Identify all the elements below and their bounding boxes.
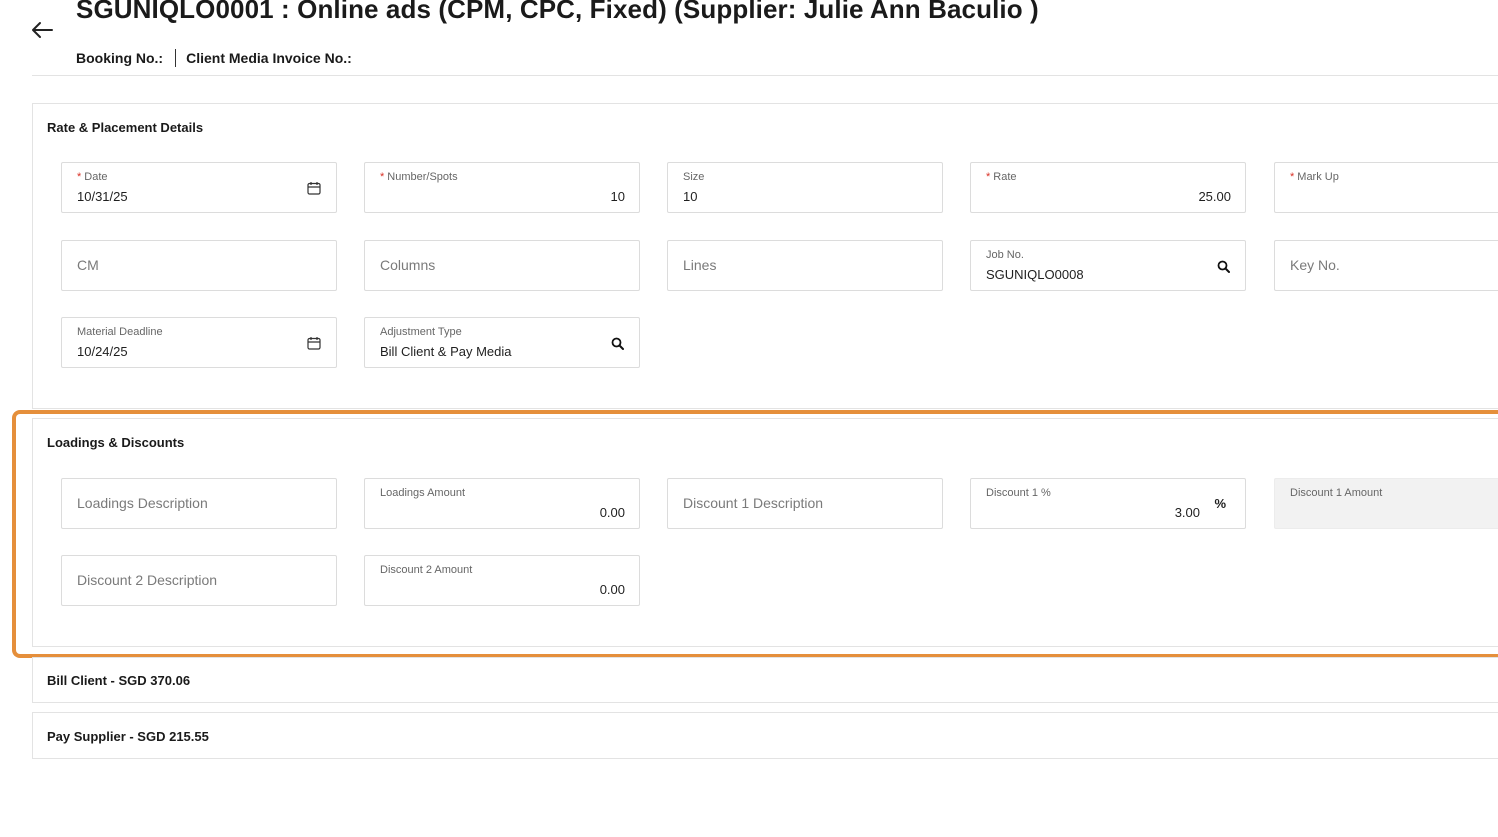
key-no-field[interactable]: Key No. bbox=[1274, 240, 1498, 291]
meta-divider bbox=[175, 49, 177, 67]
date-value: 10/31/25 bbox=[77, 189, 128, 204]
adjustment-type-field[interactable]: Adjustment Type Bill Client & Pay Media bbox=[364, 317, 640, 368]
markup-field[interactable]: * Mark Up bbox=[1274, 162, 1498, 213]
calendar-icon[interactable] bbox=[306, 335, 322, 351]
search-icon[interactable] bbox=[609, 335, 625, 351]
page-title: SGUNIQLO0001 : Online ads (CPM, CPC, Fix… bbox=[76, 0, 1039, 24]
loadings-description-field[interactable]: Loadings Description bbox=[61, 478, 337, 529]
pay-supplier-section[interactable]: Pay Supplier - SGD 215.55 bbox=[32, 712, 1498, 759]
search-icon[interactable] bbox=[1215, 258, 1231, 274]
date-field[interactable]: * Date 10/31/25 bbox=[61, 162, 337, 213]
back-button[interactable] bbox=[28, 16, 56, 44]
loadings-amount-value: 0.00 bbox=[599, 505, 625, 520]
key-no-placeholder: Key No. bbox=[1290, 257, 1340, 273]
discount1-percent-label: Discount 1 % bbox=[986, 487, 1051, 499]
rate-placement-title: Rate & Placement Details bbox=[47, 120, 204, 135]
loadings-discounts-section: Loadings & Discounts Loadings Descriptio… bbox=[32, 418, 1498, 647]
percent-suffix: % bbox=[1214, 496, 1226, 511]
discount2-description-field[interactable]: Discount 2 Description bbox=[61, 555, 337, 606]
discount1-amount-label: Discount 1 Amount bbox=[1290, 487, 1383, 499]
date-label: Date bbox=[84, 171, 108, 183]
number-spots-label: Number/Spots bbox=[387, 171, 458, 183]
columns-placeholder: Columns bbox=[380, 257, 436, 273]
cm-field[interactable]: CM bbox=[61, 240, 337, 291]
rate-placement-section: Rate & Placement Details * Date 10/31/25 … bbox=[32, 103, 1498, 409]
job-no-label: Job No. bbox=[986, 249, 1024, 261]
rate-value: 25.00 bbox=[1198, 189, 1231, 204]
discount2-description-placeholder: Discount 2 Description bbox=[77, 572, 218, 588]
material-deadline-field[interactable]: Material Deadline 10/24/25 bbox=[61, 317, 337, 368]
number-spots-value: 10 bbox=[610, 189, 625, 204]
loadings-amount-label: Loadings Amount bbox=[380, 487, 466, 499]
rate-label: Rate bbox=[993, 171, 1017, 183]
number-spots-field[interactable]: * Number/Spots 10 bbox=[364, 162, 640, 213]
size-field[interactable]: Size 10 bbox=[667, 162, 943, 213]
material-deadline-label: Material Deadline bbox=[77, 326, 163, 338]
discount1-percent-field[interactable]: Discount 1 % 3.00 % bbox=[970, 478, 1246, 529]
discount1-amount-field: Discount 1 Amount bbox=[1274, 478, 1498, 529]
job-no-field[interactable]: Job No. SGUNIQLO0008 bbox=[970, 240, 1246, 291]
bill-client-section[interactable]: Bill Client - SGD 370.06 bbox=[32, 657, 1498, 703]
rate-field[interactable]: * Rate 25.00 bbox=[970, 162, 1246, 213]
bill-client-title: Bill Client - SGD 370.06 bbox=[47, 673, 191, 688]
adjustment-type-label: Adjustment Type bbox=[380, 326, 462, 338]
loadings-discounts-title: Loadings & Discounts bbox=[47, 435, 185, 450]
size-value: 10 bbox=[683, 189, 698, 204]
lines-placeholder: Lines bbox=[683, 257, 717, 273]
cm-placeholder: CM bbox=[77, 257, 99, 273]
discount1-percent-value: 3.00 bbox=[1174, 505, 1200, 520]
discount2-amount-value: 0.00 bbox=[599, 582, 625, 597]
pay-supplier-title: Pay Supplier - SGD 215.55 bbox=[47, 729, 209, 744]
arrow-left-icon bbox=[32, 22, 53, 38]
discount2-amount-field[interactable]: Discount 2 Amount 0.00 bbox=[364, 555, 640, 606]
calendar-icon[interactable] bbox=[306, 180, 322, 196]
discount1-description-field[interactable]: Discount 1 Description bbox=[667, 478, 943, 529]
adjustment-type-value: Bill Client & Pay Media bbox=[380, 344, 512, 359]
booking-no-label: Booking No.: bbox=[76, 50, 164, 66]
material-deadline-value: 10/24/25 bbox=[77, 344, 128, 359]
lines-field[interactable]: Lines bbox=[667, 240, 943, 291]
discount1-description-placeholder: Discount 1 Description bbox=[683, 495, 824, 511]
client-media-invoice-label: Client Media Invoice No.: bbox=[186, 50, 352, 66]
markup-label: Mark Up bbox=[1297, 171, 1339, 183]
job-no-value: SGUNIQLO0008 bbox=[986, 267, 1084, 282]
discount2-amount-label: Discount 2 Amount bbox=[380, 564, 473, 576]
loadings-amount-field[interactable]: Loadings Amount 0.00 bbox=[364, 478, 640, 529]
columns-field[interactable]: Columns bbox=[364, 240, 640, 291]
header-divider bbox=[32, 75, 1498, 76]
booking-meta: Booking No.: Client Media Invoice No.: bbox=[76, 49, 352, 67]
size-label: Size bbox=[683, 171, 705, 183]
loadings-description-placeholder: Loadings Description bbox=[77, 495, 208, 511]
